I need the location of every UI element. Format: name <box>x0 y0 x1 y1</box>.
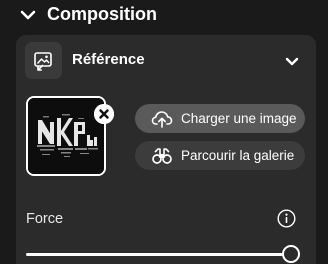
reference-image <box>28 98 104 174</box>
chevron-down-icon[interactable] <box>282 51 302 71</box>
reference-label: Référence <box>72 51 145 68</box>
cloud-upload-icon <box>151 109 173 129</box>
browse-gallery-label: Parcourir la galerie <box>181 148 295 163</box>
reference-panel: Référence Charger une image Parcourir la… <box>16 35 316 264</box>
chevron-down-icon[interactable] <box>18 5 38 25</box>
binoculars-icon <box>151 146 173 166</box>
image-reference-icon <box>25 42 62 79</box>
close-icon[interactable] <box>94 104 114 124</box>
force-label: Force <box>26 211 64 227</box>
force-slider[interactable] <box>26 245 300 264</box>
composition-panel-root: Composition Référence Charger une image … <box>0 0 328 264</box>
force-slider-track[interactable] <box>26 253 291 256</box>
upload-image-button[interactable]: Charger une image <box>135 104 305 133</box>
browse-gallery-button[interactable]: Parcourir la galerie <box>135 141 305 170</box>
info-icon[interactable] <box>277 209 296 228</box>
upload-image-label: Charger une image <box>181 111 297 126</box>
composition-section-header[interactable]: Composition <box>0 0 328 30</box>
force-slider-thumb[interactable] <box>282 245 300 263</box>
section-title: Composition <box>47 4 157 24</box>
